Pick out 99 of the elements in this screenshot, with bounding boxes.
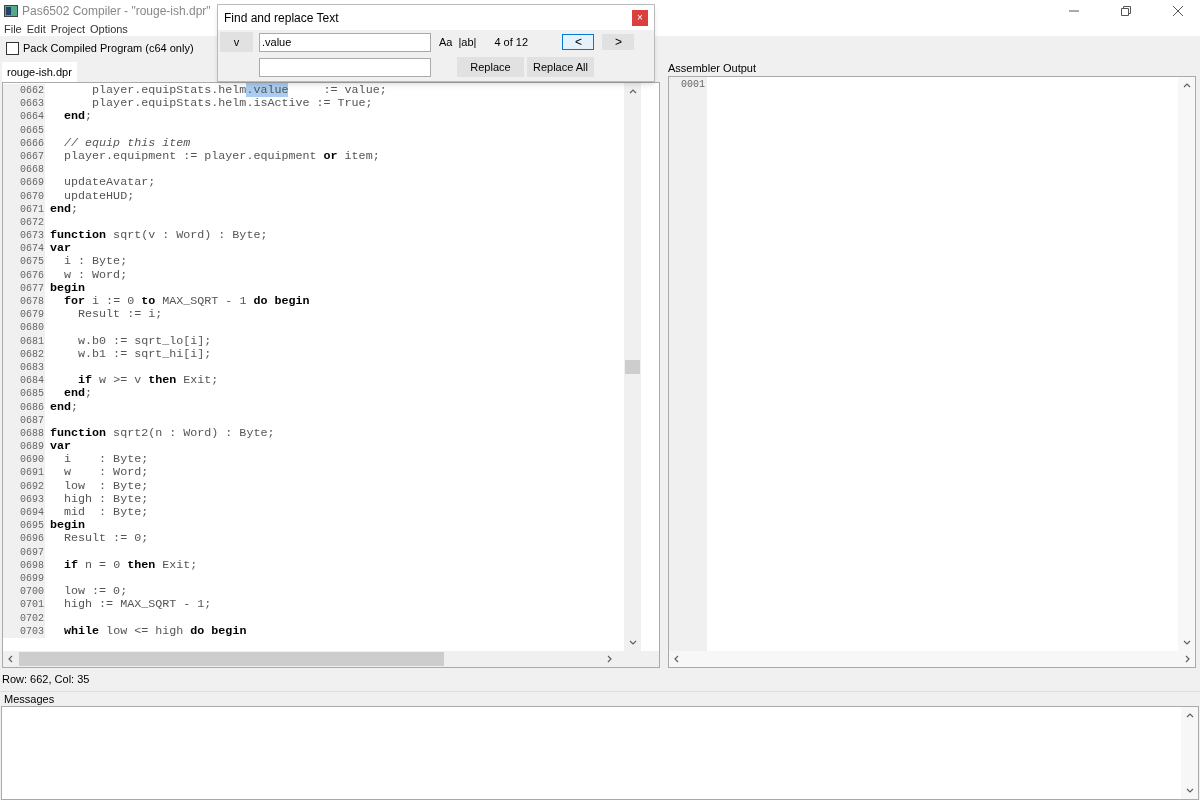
code-line: w.b0 := sqrt_lo[i]; — [77, 334, 212, 348]
close-icon[interactable] — [1172, 5, 1184, 17]
code-line: function sqrt(v : Word) : Byte; — [49, 229, 268, 243]
line-number: 0690 — [3, 453, 45, 467]
scroll-thumb[interactable] — [19, 652, 444, 666]
checkbox-label: Pack Compiled Program (c64 only) — [23, 40, 194, 56]
line-number: 0680 — [3, 321, 45, 335]
options-button[interactable]: v — [220, 32, 253, 52]
code-line: w : Word; — [63, 466, 149, 480]
code-line: player.equipment := player.equipment or item; — [63, 149, 380, 164]
line-number: 0694 — [3, 506, 45, 520]
line-number: 0696 — [3, 532, 45, 546]
file-tab[interactable]: rouge-ish.dpr — [2, 62, 77, 82]
scroll-up-icon[interactable] — [628, 87, 637, 95]
line-number: 0668 — [3, 163, 45, 177]
line-number: 0663 — [3, 97, 45, 111]
code-line: high := MAX_SQRT - 1; — [63, 598, 212, 612]
code-line: Result := i; — [77, 308, 163, 322]
status-text: Row: 662, Col: 35 — [2, 672, 90, 688]
code-line: player.equipStats.helm.value := value; — [91, 84, 387, 98]
window-title: Pas6502 Compiler - "rouge-ish.dpr" — [22, 3, 211, 20]
code-line: end; — [63, 387, 93, 401]
match-case-toggle[interactable]: Aa — [439, 33, 453, 51]
panel-title: Messages — [4, 691, 55, 707]
code-line: i : Byte; — [63, 255, 128, 269]
line-number: 0684 — [3, 374, 45, 388]
line-number: 0674 — [3, 242, 45, 256]
scroll-left-icon[interactable] — [673, 655, 681, 663]
code-line: end; — [63, 110, 93, 124]
match-count: 4 of 12 — [494, 34, 530, 50]
code-line: mid : Byte; — [63, 506, 149, 520]
scroll-down-icon[interactable] — [628, 639, 637, 647]
line-number: 0695 — [3, 519, 45, 533]
menu-item[interactable]: Project — [50, 20, 85, 38]
code-line: while low <= high do begin — [63, 624, 247, 638]
code-line: if w >= v then Exit; — [77, 374, 219, 388]
line-number: 0662 — [3, 84, 45, 98]
line-number: 0685 — [3, 387, 45, 401]
scroll-thumb[interactable] — [625, 360, 640, 374]
app-icon — [4, 5, 18, 17]
scroll-up-icon[interactable] — [1185, 711, 1194, 719]
code-line: end; — [49, 202, 79, 216]
code-line: // equip this item — [63, 136, 191, 150]
code-line: end; — [49, 400, 79, 414]
line-number: 0664 — [3, 110, 45, 124]
code-line: w.b1 := sqrt_hi[i]; — [77, 347, 212, 361]
code-line: for i := 0 to MAX_SQRT - 1 do begin — [63, 295, 310, 309]
line-number: 0669 — [3, 176, 45, 190]
line-number: 0700 — [3, 585, 45, 599]
code-line: low : Byte; — [63, 479, 149, 493]
vertical-scrollbar[interactable] — [1178, 77, 1195, 651]
menu-item[interactable]: Edit — [26, 20, 46, 38]
code-line: function sqrt2(n : Word) : Byte; — [49, 426, 275, 441]
scroll-down-icon[interactable] — [1185, 787, 1194, 795]
pack-checkbox[interactable] — [6, 41, 19, 55]
scroll-left-icon[interactable] — [7, 655, 15, 663]
code-line: var — [49, 242, 72, 256]
line-number: 0691 — [3, 466, 45, 480]
panel-title: Assembler Output — [668, 60, 757, 76]
menu-item[interactable]: File — [4, 20, 22, 38]
code-line: updateHUD; — [63, 189, 135, 203]
replace-all-button[interactable]: Replace All — [527, 57, 594, 77]
vertical-scrollbar[interactable] — [624, 83, 641, 651]
code-line: low := 0; — [63, 585, 128, 599]
code-line: var — [49, 440, 72, 454]
scroll-down-icon[interactable] — [1182, 639, 1191, 647]
close-button[interactable]: × — [632, 9, 648, 26]
restore-icon[interactable] — [1120, 5, 1132, 17]
code-line: w : Word; — [63, 268, 128, 282]
code-line: begin — [49, 519, 86, 533]
line-number: 0001 — [680, 78, 706, 92]
scroll-right-icon[interactable] — [1183, 655, 1191, 663]
replace-button[interactable]: Replace — [457, 57, 524, 77]
whole-word-toggle[interactable]: |ab| — [458, 33, 477, 51]
code-line: if n = 0 then Exit; — [63, 558, 198, 572]
code-line: begin — [49, 281, 86, 295]
line-number: 0673 — [3, 229, 45, 243]
line-number: 0679 — [3, 308, 45, 322]
menu-item[interactable]: Options — [89, 20, 128, 38]
code-line: high : Byte; — [63, 492, 149, 506]
line-number: 0675 — [3, 255, 45, 269]
code-line: updateAvatar; — [63, 176, 156, 190]
replace-field[interactable] — [259, 57, 431, 77]
scroll-right-icon[interactable] — [605, 655, 613, 663]
code-line: i : Byte; — [63, 453, 149, 467]
dialog-title: Find and replace Text — [224, 9, 339, 27]
scroll-up-icon[interactable] — [1182, 81, 1191, 89]
code-line: Result := 0; — [63, 532, 149, 546]
code-editor[interactable] — [2, 82, 660, 668]
line-number: 0689 — [3, 440, 45, 454]
code-line: player.equipStats.helm.isActive := True; — [91, 97, 373, 111]
vertical-scrollbar[interactable] — [1181, 707, 1198, 799]
line-number: 0678 — [3, 295, 45, 309]
previous-button[interactable]: < — [562, 34, 595, 50]
find-field[interactable]: .value — [259, 32, 431, 52]
horizontal-scrollbar[interactable] — [669, 651, 1195, 667]
line-number: 0701 — [3, 598, 45, 612]
next-button[interactable]: > — [602, 34, 635, 50]
horizontal-scrollbar[interactable] — [3, 651, 659, 667]
